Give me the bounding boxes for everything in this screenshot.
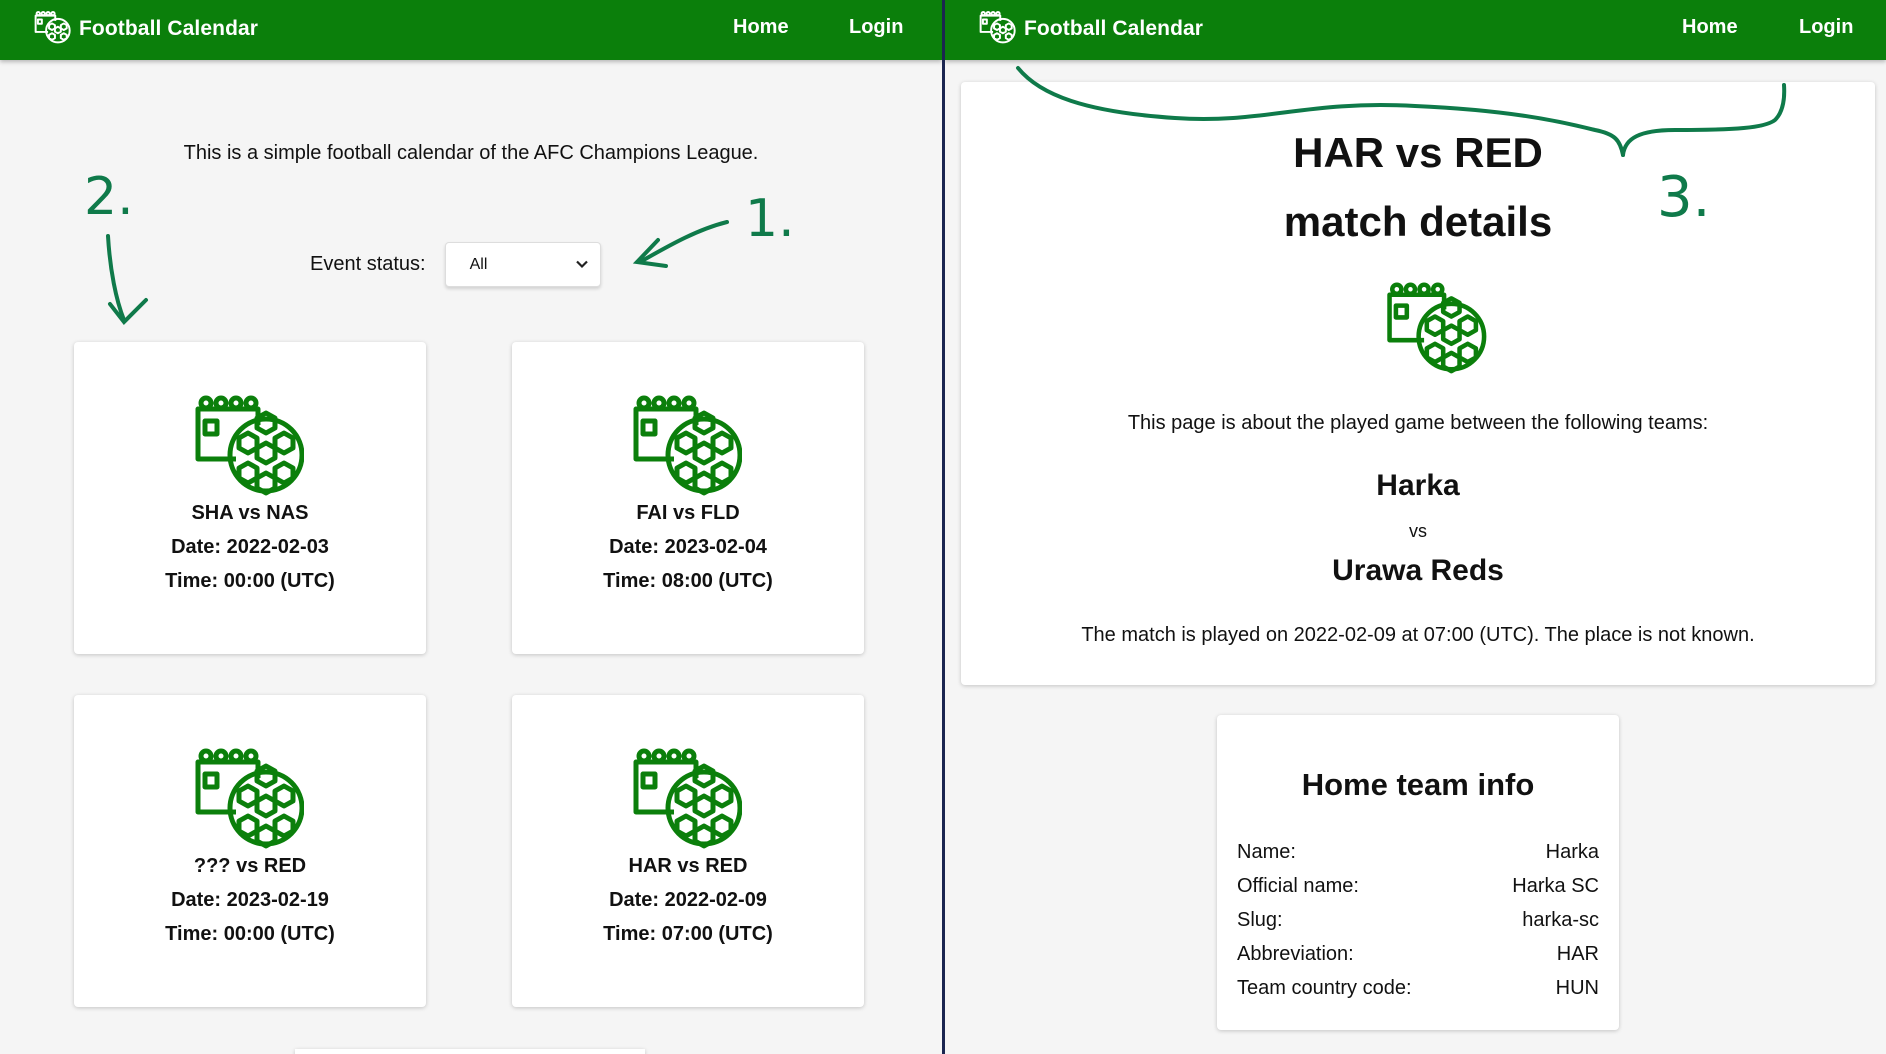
- away-team-name: Urawa Reds: [1332, 554, 1504, 587]
- event-title: HAR vs RED: [628, 855, 748, 877]
- info-label: Team country code:: [1237, 977, 1412, 999]
- event-date: Date: 2023-02-04: [609, 536, 767, 558]
- event-card[interactable]: SHA vs NAS Date: 2022-02-03 Time: 00:00 …: [74, 342, 426, 654]
- event-title: SHA vs NAS: [191, 502, 309, 524]
- home-team-info-title: Home team info: [1301, 767, 1535, 802]
- event-status-label: Event status:: [310, 253, 426, 275]
- calendar-ball-icon: [192, 748, 304, 858]
- calendar-ball-logo-icon: [33, 11, 71, 47]
- match-subtitle: match details: [1283, 198, 1553, 245]
- info-value: HUN: [1555, 977, 1599, 999]
- event-time: Time: 00:00 (UTC): [165, 570, 335, 592]
- event-card-partial[interactable]: [295, 1049, 645, 1054]
- home-team-info-card: Home team info Name: Harka Official name…: [1217, 715, 1619, 1030]
- event-title: FAI vs FLD: [636, 502, 740, 524]
- event-status-select[interactable]: All: [444, 242, 601, 287]
- match-title: HAR vs RED: [1293, 129, 1543, 176]
- match-details-card: HAR vs RED match details This page is ab…: [961, 82, 1875, 685]
- event-date: Date: 2022-02-03: [171, 536, 329, 558]
- nav-login-link[interactable]: Login: [1799, 16, 1853, 39]
- info-label: Name:: [1237, 841, 1296, 863]
- info-row: Name: Harka: [1237, 841, 1599, 871]
- info-value: HAR: [1556, 943, 1599, 965]
- event-title: ??? vs RED: [193, 855, 307, 877]
- brand-title: Football Calendar: [1024, 17, 1204, 40]
- event-card[interactable]: FAI vs FLD Date: 2023-02-04 Time: 08:00 …: [512, 342, 864, 654]
- calendar-ball-icon: [192, 395, 304, 505]
- event-time: Time: 07:00 (UTC): [603, 923, 773, 945]
- event-date: Date: 2023-02-19: [171, 889, 329, 911]
- calendar-pane: Football Calendar Home Login This is a s…: [0, 0, 942, 1054]
- calendar-ball-icon: [1379, 282, 1491, 382]
- info-label: Abbreviation:: [1237, 943, 1354, 965]
- chevron-down-icon: [575, 260, 588, 269]
- brand-link[interactable]: Football Calendar: [33, 11, 258, 47]
- info-row: Official name: Harka SC: [1237, 875, 1599, 905]
- info-value: Harka SC: [1512, 875, 1599, 897]
- info-row: Slug: harka-sc: [1237, 909, 1599, 939]
- info-value: Harka: [1545, 841, 1599, 863]
- annotation-label-1: 1.: [745, 189, 795, 249]
- nav-login-link[interactable]: Login: [849, 16, 903, 39]
- calendar-ball-icon: [630, 748, 742, 858]
- navbar: Football Calendar Home Login: [945, 0, 1886, 60]
- event-status-filter: Event status: All: [310, 242, 601, 287]
- nav-home-link[interactable]: Home: [1682, 16, 1738, 39]
- event-card[interactable]: ??? vs RED Date: 2023-02-19 Time: 00:00 …: [74, 695, 426, 1007]
- event-card[interactable]: HAR vs RED Date: 2022-02-09 Time: 07:00 …: [512, 695, 864, 1007]
- match-about-text: This page is about the played game betwe…: [1127, 412, 1709, 434]
- home-team-name: Harka: [1376, 469, 1460, 502]
- intro-text: This is a simple football calendar of th…: [183, 142, 759, 164]
- nav-home-link[interactable]: Home: [733, 16, 789, 39]
- match-schedule-text: The match is played on 2022-02-09 at 07:…: [1081, 624, 1755, 646]
- event-time: Time: 00:00 (UTC): [165, 923, 335, 945]
- calendar-ball-icon: [630, 395, 742, 505]
- annotation-label-2: 2.: [84, 167, 134, 227]
- event-status-selected-value: All: [469, 256, 488, 273]
- navbar: Football Calendar Home Login: [0, 0, 942, 60]
- versus-label: vs: [1409, 521, 1427, 541]
- match-details-pane: Football Calendar Home Login HAR vs RED …: [945, 0, 1886, 1054]
- event-date: Date: 2022-02-09: [609, 889, 767, 911]
- info-label: Slug:: [1237, 909, 1283, 931]
- info-label: Official name:: [1237, 875, 1359, 897]
- info-row: Abbreviation: HAR: [1237, 943, 1599, 973]
- event-time: Time: 08:00 (UTC): [603, 570, 773, 592]
- info-row: Team country code: HUN: [1237, 977, 1599, 1007]
- brand-link[interactable]: Football Calendar: [978, 11, 1203, 47]
- calendar-ball-logo-icon: [978, 11, 1016, 47]
- info-value: harka-sc: [1522, 909, 1599, 931]
- brand-title: Football Calendar: [79, 17, 259, 40]
